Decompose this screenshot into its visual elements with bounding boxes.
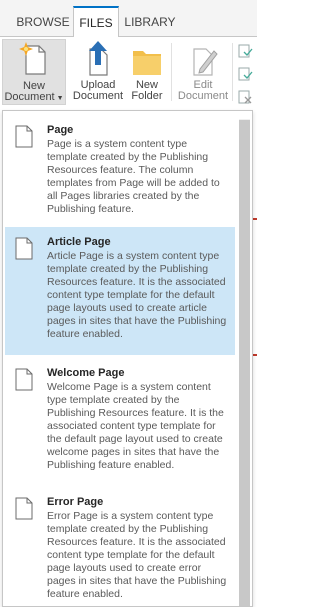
ribbon-separator — [171, 43, 172, 101]
upload-icon — [81, 39, 115, 77]
check-in-icon[interactable] — [236, 66, 254, 82]
ribbon: New Document ▼ Upload Document New Folde… — [0, 37, 257, 107]
edit-document-icon — [186, 39, 220, 77]
new-document-button[interactable]: New Document ▼ — [2, 39, 66, 105]
document-icon — [15, 368, 33, 391]
new-document-label-2: Document ▼ — [4, 91, 64, 103]
document-icon — [15, 497, 33, 520]
check-out-icon[interactable] — [236, 43, 254, 59]
upload-label-2: Document — [72, 90, 124, 102]
menu-item-error-page[interactable]: Error Page Error Page is a system conten… — [5, 487, 235, 606]
tab-browse[interactable]: BROWSE — [9, 9, 77, 35]
menu-item-page[interactable]: Page Page is a system content type templ… — [5, 115, 235, 227]
menu-item-description: Page is a system content type template c… — [47, 138, 220, 215]
folder-icon — [130, 39, 164, 77]
menu-item-description: Error Page is a system content type temp… — [47, 510, 227, 600]
menu-item-title: Article Page — [47, 236, 111, 248]
discard-check-out-icon[interactable] — [236, 89, 254, 105]
menu-item-description: Welcome Page is a system content type te… — [47, 381, 224, 471]
edit-document-button[interactable]: Edit Document — [174, 39, 232, 102]
new-document-icon — [17, 40, 51, 78]
menu-item-title: Page — [47, 124, 74, 136]
menu-item-title: Error Page — [47, 496, 104, 508]
scrollbar-thumb[interactable] — [239, 120, 250, 606]
new-folder-label-2: Folder — [131, 90, 163, 102]
background-accent-mark — [253, 218, 257, 220]
new-folder-button[interactable]: New Folder — [125, 39, 169, 102]
tab-library[interactable]: LIBRARY — [123, 9, 177, 35]
menu-item-description: Article Page is a system content type te… — [47, 250, 227, 340]
tab-files[interactable]: FILES — [73, 6, 119, 37]
menu-item-article-page[interactable]: Article Page Article Page is a system co… — [5, 227, 235, 355]
dropdown-arrow-icon: ▼ — [54, 95, 64, 102]
upload-document-button[interactable]: Upload Document — [70, 39, 126, 102]
ribbon-separator — [232, 43, 233, 101]
new-document-dropdown-menu: Page Page is a system content type templ… — [2, 110, 253, 607]
document-icon — [15, 237, 33, 260]
background-accent-mark — [253, 354, 257, 356]
edit-label-2: Document — [177, 90, 229, 102]
document-icon — [15, 125, 33, 148]
ribbon-tab-bar: BROWSE FILES LIBRARY — [0, 0, 257, 37]
menu-item-welcome-page[interactable]: Welcome Page Welcome Page is a system co… — [5, 358, 235, 486]
menu-item-title: Welcome Page — [47, 367, 125, 379]
